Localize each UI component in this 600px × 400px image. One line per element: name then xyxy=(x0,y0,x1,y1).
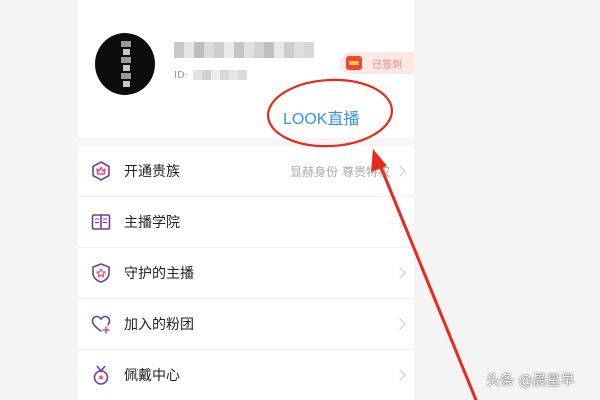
menu-item-wear-center[interactable]: 佩戴中心 xyxy=(78,350,414,400)
menu-item-label: 守护的主播 xyxy=(124,266,194,282)
chevron-right-icon xyxy=(394,216,406,228)
menu-item-label: 主播学院 xyxy=(124,215,180,231)
shield-star-icon xyxy=(90,262,112,284)
watermark-text: 头条 @晨星早 xyxy=(486,373,575,389)
menu-item-label: 加入的粉团 xyxy=(124,317,194,333)
book-icon xyxy=(90,211,112,233)
menu-item-subtitle: 显赫身份 尊贵特权 xyxy=(290,164,390,179)
menu-item-label: 佩戴中心 xyxy=(124,368,180,384)
medal-icon xyxy=(90,364,112,386)
heart-plus-icon xyxy=(90,313,112,335)
noble-crown-icon xyxy=(90,160,112,182)
checkin-badge[interactable]: 已签到 xyxy=(340,52,414,74)
app-screen: ID· 已签到 LOOK直播 开通贵族 显赫身份 尊贵特权 主播学院 守护的主播… xyxy=(78,0,414,400)
menu-item-fan-clubs[interactable]: 加入的粉团 xyxy=(78,299,414,350)
chevron-right-icon xyxy=(394,165,406,177)
chevron-right-icon xyxy=(394,318,406,330)
section-divider xyxy=(78,138,414,146)
profile-header: ID· 已签到 LOOK直播 xyxy=(78,0,414,138)
look-live-label[interactable]: LOOK直播 xyxy=(283,105,359,129)
menu-item-label: 开通贵族 xyxy=(124,164,180,180)
menu-item-guarded-anchors[interactable]: 守护的主播 xyxy=(78,248,414,299)
menu-list: 开通贵族 显赫身份 尊贵特权 主播学院 守护的主播 加入的粉团 佩戴中心 xyxy=(78,146,414,400)
username-redacted xyxy=(174,42,322,58)
chevron-right-icon xyxy=(394,369,406,381)
user-id-redacted xyxy=(192,70,247,80)
menu-item-academy[interactable]: 主播学院 xyxy=(78,197,414,248)
checkin-label: 已签到 xyxy=(372,59,402,71)
chevron-right-icon xyxy=(394,267,406,279)
avatar[interactable] xyxy=(95,33,155,95)
user-id-label: ID· xyxy=(174,69,188,81)
user-id-row: ID· xyxy=(174,68,247,82)
gift-icon xyxy=(346,56,362,70)
menu-item-noble[interactable]: 开通贵族 显赫身份 尊贵特权 xyxy=(78,146,414,197)
avatar-mosaic xyxy=(121,41,131,87)
